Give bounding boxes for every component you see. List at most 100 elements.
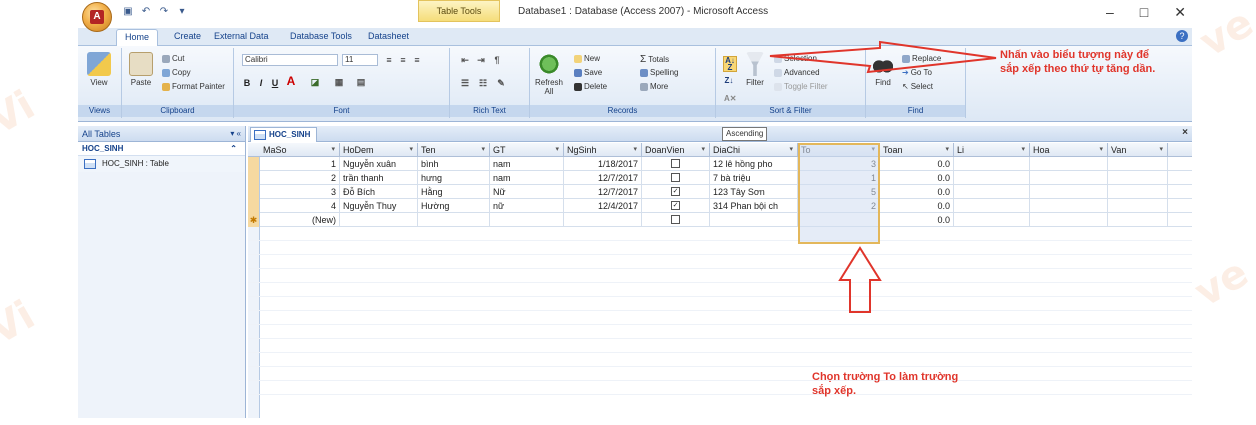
table-row[interactable]: 3 Đỗ Bích Hằng Nữ 12/7/2017 ✓ 123 Tây Sơn 5 0.0 [248, 185, 1192, 199]
cell-ngsinh[interactable] [564, 213, 642, 227]
new-record-button[interactable]: New [574, 54, 600, 63]
cell-toan[interactable]: 0.0 [880, 213, 954, 227]
tab-home[interactable]: Home [116, 29, 159, 47]
cell-ngsinh[interactable]: 1/18/2017 [564, 157, 642, 171]
cell-diachi[interactable] [710, 213, 798, 227]
doanvien-checkbox[interactable] [671, 173, 680, 183]
cell-doanvien[interactable]: ✓ [642, 199, 710, 213]
column-header-hoa[interactable]: Hoa ▾ [1030, 143, 1108, 157]
new-record-selector-icon[interactable]: ✱ [248, 213, 260, 227]
cell-van[interactable] [1108, 157, 1168, 171]
paste-button[interactable]: Paste [126, 52, 156, 87]
column-header-diachi[interactable]: DiaChi ▾ [710, 143, 798, 157]
close-button[interactable]: ✕ [1174, 4, 1186, 21]
column-header-to[interactable]: To ▾ [798, 143, 880, 157]
record-selector[interactable] [248, 199, 260, 213]
cell-hoa[interactable] [1030, 157, 1108, 171]
save-icon[interactable]: ▣ [122, 6, 134, 18]
cell-diachi[interactable]: 123 Tây Sơn [710, 185, 798, 199]
cell-doanvien[interactable] [642, 213, 710, 227]
cell-van[interactable] [1108, 171, 1168, 185]
cell-maso[interactable]: 4 [260, 199, 340, 213]
tab-create[interactable]: Create [174, 31, 201, 41]
cell-doanvien[interactable] [642, 171, 710, 185]
maximize-button[interactable]: □ [1140, 4, 1148, 21]
cell-hoa[interactable] [1030, 185, 1108, 199]
cell-hodem[interactable]: Nguyễn xuân [340, 157, 418, 171]
selection-button[interactable]: Selection [774, 54, 817, 63]
record-selector[interactable] [248, 157, 260, 171]
table-row[interactable]: 1 Nguyễn xuân bình nam 1/18/2017 12 lê hồng p… [248, 157, 1192, 171]
doanvien-checkbox[interactable] [671, 215, 680, 225]
cell-ten[interactable] [418, 213, 490, 227]
nav-item-hoc-sinh[interactable]: HOC_SINH : Table [78, 156, 245, 172]
totals-button[interactable]: Σ Totals [640, 54, 669, 65]
nav-group-header[interactable]: HOC_SINH ⌃ [78, 142, 245, 156]
cell-toan[interactable]: 0.0 [880, 171, 954, 185]
font-size-box[interactable]: 11 [342, 54, 378, 66]
cell-hoa[interactable] [1030, 213, 1108, 227]
cell-ten[interactable]: Hằng [418, 185, 490, 199]
rtl-icon[interactable]: ¶ [492, 55, 502, 65]
cell-hodem[interactable] [340, 213, 418, 227]
cell-ngsinh[interactable]: 12/7/2017 [564, 171, 642, 185]
cell-van[interactable] [1108, 213, 1168, 227]
cell-ten[interactable]: bình [418, 157, 490, 171]
nav-pane-header[interactable]: All Tables ▾ « [78, 126, 245, 142]
tab-external-data[interactable]: External Data [214, 31, 269, 41]
refresh-all-button[interactable]: Refresh All [534, 52, 564, 96]
cell-to[interactable]: 2 [798, 199, 880, 213]
customize-qat-icon[interactable]: ▾ [176, 6, 188, 18]
more-button[interactable]: More [640, 82, 668, 91]
column-header-ngsinh[interactable]: NgSinh ▾ [564, 143, 642, 157]
bold-icon[interactable]: B [242, 78, 252, 88]
copy-button[interactable]: Copy [162, 68, 191, 77]
sort-descending-icon[interactable]: Z↓ [724, 76, 734, 86]
office-button[interactable]: A [82, 2, 112, 32]
column-dropdown-icon[interactable]: ▾ [331, 143, 335, 157]
cell-to[interactable]: 5 [798, 185, 880, 199]
column-header-doanvien[interactable]: DoanVien ▾ [642, 143, 710, 157]
column-header-hodem[interactable]: HoDem ▾ [340, 143, 418, 157]
column-dropdown-icon[interactable]: ▾ [409, 143, 413, 157]
goto-button[interactable]: ➔ Go To [902, 68, 932, 77]
gridlines-icon[interactable]: ▦ [334, 77, 344, 87]
font-name-box[interactable]: Calibri [242, 54, 338, 66]
table-row[interactable]: 4 Nguyễn Thuy Hường nữ 12/4/2017 ✓ 314 Phan bộ… [248, 199, 1192, 213]
advanced-button[interactable]: Advanced [774, 68, 820, 77]
column-dropdown-icon[interactable]: ▾ [1021, 143, 1025, 157]
cell-hodem[interactable]: trần thanh [340, 171, 418, 185]
cell-diachi[interactable]: 7 bà triệu [710, 171, 798, 185]
column-dropdown-icon[interactable]: ▾ [1159, 143, 1163, 157]
cell-ngsinh[interactable]: 12/4/2017 [564, 199, 642, 213]
spelling-button[interactable]: Spelling [640, 68, 678, 77]
help-icon[interactable]: ? [1176, 30, 1188, 42]
column-dropdown-icon[interactable]: ▾ [1099, 143, 1103, 157]
align-right-icon[interactable]: ≡ [412, 55, 422, 65]
highlight-icon[interactable]: ✎ [496, 78, 506, 88]
cell-gt[interactable]: nam [490, 171, 564, 185]
cell-to[interactable] [798, 213, 880, 227]
column-header-maso[interactable]: MaSo ▾ [260, 143, 340, 157]
increase-indent-icon[interactable]: ⇥ [476, 55, 486, 65]
cell-gt[interactable]: nữ [490, 199, 564, 213]
cell-toan[interactable]: 0.0 [880, 199, 954, 213]
cell-hoa[interactable] [1030, 171, 1108, 185]
doanvien-checkbox[interactable]: ✓ [671, 201, 680, 211]
cell-doanvien[interactable]: ✓ [642, 185, 710, 199]
cell-maso[interactable]: (New) [260, 213, 340, 227]
cell-gt[interactable]: nam [490, 157, 564, 171]
cell-hodem[interactable]: Nguyễn Thuy [340, 199, 418, 213]
column-dropdown-icon[interactable]: ▾ [633, 143, 637, 157]
sort-ascending-icon[interactable]: A↓ Z [723, 56, 737, 72]
select-button[interactable]: ↖ Select [902, 82, 933, 91]
column-header-li[interactable]: Li ▾ [954, 143, 1030, 157]
column-dropdown-icon[interactable]: ▾ [555, 143, 559, 157]
format-painter-button[interactable]: Format Painter [162, 82, 225, 91]
delete-record-button[interactable]: Delete [574, 82, 607, 91]
table-row[interactable]: 2 trần thanh hưng nam 12/7/2017 7 bà triệu 1 0.… [248, 171, 1192, 185]
close-document-icon[interactable]: × [1182, 127, 1188, 138]
doanvien-checkbox[interactable] [671, 159, 680, 169]
cell-li[interactable] [954, 157, 1030, 171]
cell-toan[interactable]: 0.0 [880, 185, 954, 199]
